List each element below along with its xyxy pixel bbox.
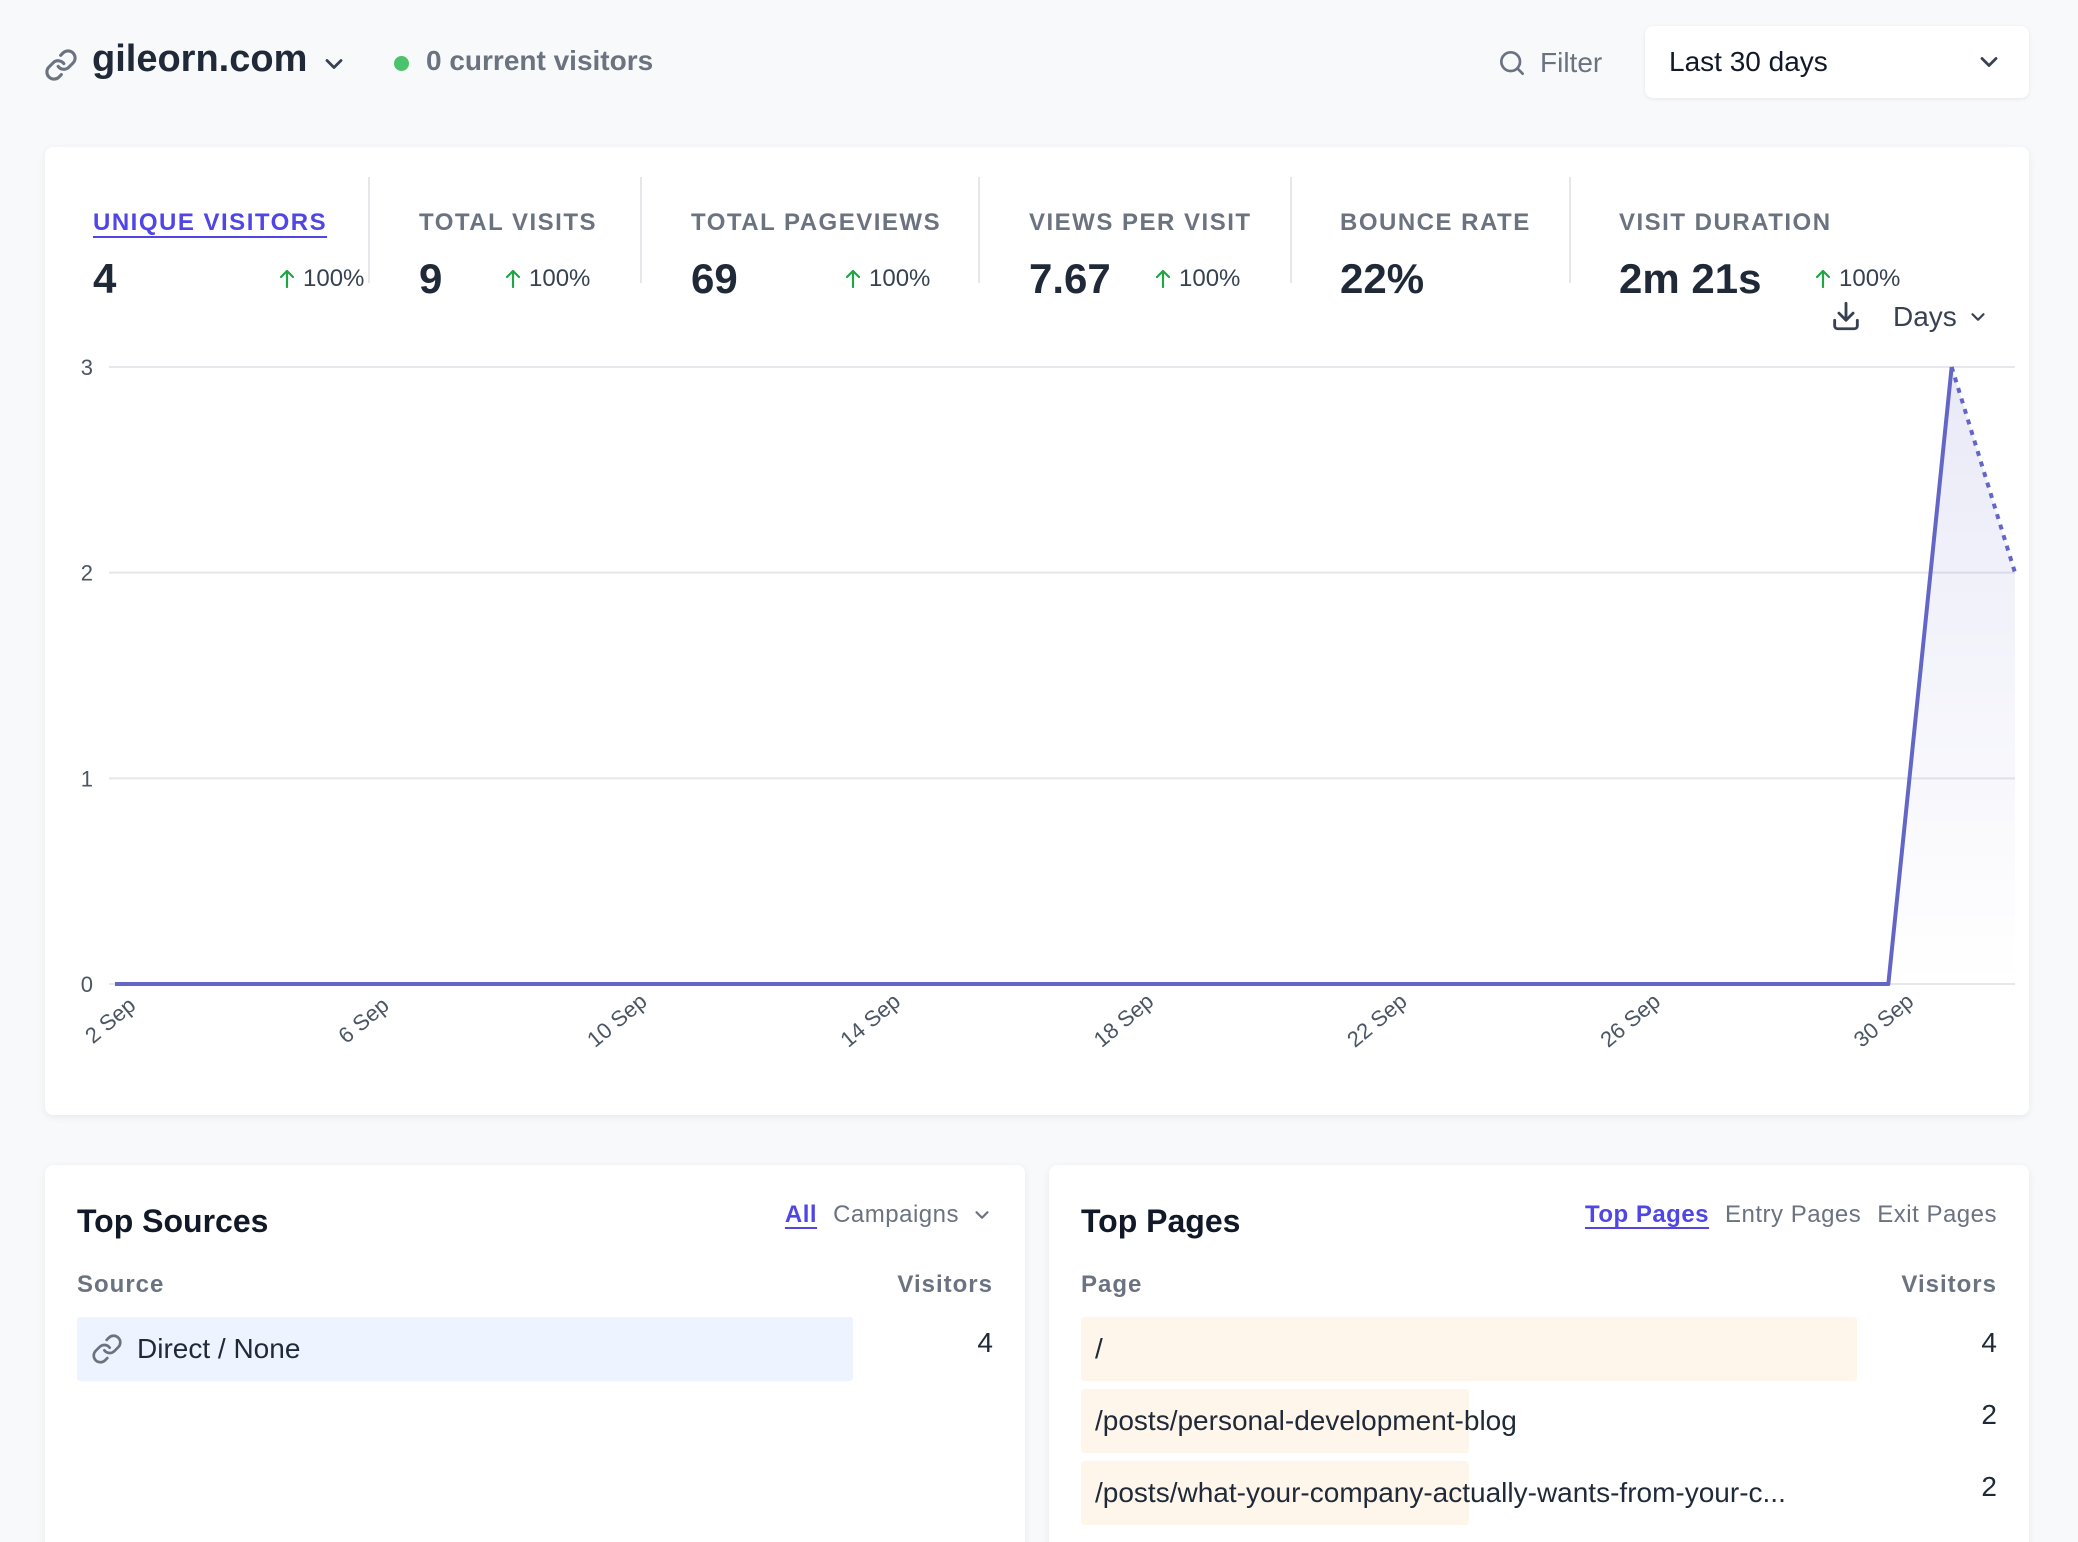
data-point[interactable]: [1255, 984, 1256, 985]
data-point[interactable]: [1508, 984, 1509, 985]
link-icon: [92, 1334, 122, 1364]
tab-entry-pages[interactable]: Entry Pages: [1725, 1201, 1861, 1229]
site-name[interactable]: gileorn.com: [92, 38, 307, 81]
panel-title: Top Pages: [1081, 1203, 1241, 1239]
data-point[interactable]: [811, 984, 812, 985]
data-point[interactable]: [495, 984, 496, 985]
visitors-line-chart: 0 1 2 3 2 Sep 6 Sep 10 Sep 14 Sep 18 Sep 22 Sep 2…: [80, 355, 2017, 1052]
data-point[interactable]: [1445, 984, 1446, 985]
tab-campaigns[interactable]: Campaigns: [833, 1201, 959, 1229]
data-point[interactable]: [1318, 984, 1319, 985]
data-point[interactable]: [1571, 984, 1572, 985]
data-point[interactable]: [2015, 572, 2016, 573]
x-tick-label: 26 Sep: [1595, 988, 1664, 1052]
data-point[interactable]: [1698, 984, 1699, 985]
visitor-graph-card: UNIQUE VISITORS 4 100% TOTAL VISITS 9 10…: [45, 147, 2029, 1115]
x-tick-label: 6 Sep: [333, 992, 393, 1048]
period-label: Last 30 days: [1669, 46, 1828, 77]
tab-top-pages[interactable]: Top Pages: [1585, 1201, 1709, 1229]
data-point[interactable]: [558, 984, 559, 985]
page-row[interactable]: / 4: [1081, 1317, 1997, 1381]
chevron-down-icon[interactable]: [320, 50, 348, 78]
x-tick-label: 30 Sep: [1849, 988, 1918, 1052]
data-point[interactable]: [1001, 984, 1002, 985]
page-row-bar: [1081, 1317, 1857, 1381]
column-header-source: Source: [77, 1271, 165, 1298]
source-visitors: 4: [977, 1327, 993, 1358]
data-point[interactable]: [178, 984, 179, 985]
data-point[interactable]: [748, 984, 749, 985]
data-point[interactable]: [1951, 367, 1952, 368]
data-point[interactable]: [368, 984, 369, 985]
data-point[interactable]: [685, 984, 686, 985]
data-point[interactable]: [1065, 984, 1066, 985]
page-path: /posts/personal-development-blog: [1095, 1405, 1517, 1437]
x-tick-label: 14 Sep: [835, 988, 904, 1052]
pages-tabs: Top Pages Entry Pages Exit Pages: [1585, 1201, 1997, 1229]
x-tick-label: 18 Sep: [1089, 988, 1158, 1052]
data-point[interactable]: [1191, 984, 1192, 985]
page-visitors: 2: [1981, 1399, 1997, 1430]
x-tick-label: 10 Sep: [582, 988, 651, 1052]
data-point[interactable]: [1128, 984, 1129, 985]
page-path-text: /posts/what-your-company-actually-wants-…: [1095, 1477, 1786, 1508]
data-point[interactable]: [1635, 984, 1636, 985]
link-icon: [45, 49, 77, 81]
column-header-visitors[interactable]: Visitors: [1901, 1271, 1997, 1299]
source-name: Direct / None: [137, 1333, 301, 1364]
current-visitors-link[interactable]: 0 current visitors: [426, 45, 653, 77]
search-icon: [1500, 51, 1524, 75]
tab-exit-pages[interactable]: Exit Pages: [1877, 1201, 1997, 1229]
x-tick-label: 2 Sep: [80, 992, 140, 1048]
series-line: [115, 366, 1954, 986]
page-row[interactable]: /posts/what-your-company-actually-wants-…: [1081, 1461, 1997, 1525]
page-path-text: /: [1095, 1333, 1103, 1364]
data-point[interactable]: [1761, 984, 1762, 985]
page-visitors: 2: [1981, 1471, 1997, 1502]
page-visitors: 4: [1981, 1327, 1997, 1358]
chevron-down-icon: [1980, 57, 1998, 67]
y-tick-label: 3: [81, 355, 93, 380]
sources-tabs: All Campaigns: [785, 1201, 993, 1229]
data-point[interactable]: [431, 984, 432, 985]
y-tick-label: 2: [81, 561, 93, 586]
page-row[interactable]: /posts/personal-development-blog 2: [1081, 1389, 1997, 1453]
data-point[interactable]: [1888, 984, 1889, 985]
data-point[interactable]: [115, 984, 116, 985]
data-point[interactable]: [1825, 984, 1826, 985]
top-sources-panel: Top Sources All Campaigns Source Visitor…: [45, 1165, 1025, 1542]
column-header-page: Page: [1081, 1271, 1143, 1298]
column-header-visitors[interactable]: Visitors: [897, 1271, 993, 1299]
page-path: /: [1095, 1333, 1103, 1365]
page-path-text: /posts/personal-development-blog: [1095, 1405, 1517, 1436]
panel-title: Top Sources: [77, 1203, 269, 1239]
period-select[interactable]: Last 30 days: [1645, 26, 2029, 98]
x-tick-label: 22 Sep: [1342, 988, 1411, 1052]
chevron-down-icon[interactable]: [971, 1204, 993, 1226]
series-area: [115, 367, 2015, 984]
filter-button[interactable]: Filter: [1496, 44, 1602, 82]
page-path: /posts/what-your-company-actually-wants-…: [1095, 1477, 1786, 1509]
top-bar: gileorn.com 0 current visitors Filter La…: [0, 0, 2078, 130]
data-point[interactable]: [621, 984, 622, 985]
data-point[interactable]: [305, 984, 306, 985]
source-row[interactable]: Direct / None 4: [77, 1317, 993, 1381]
data-point[interactable]: [1381, 984, 1382, 985]
filter-label: Filter: [1540, 47, 1603, 78]
top-pages-panel: Top Pages Top Pages Entry Pages Exit Pag…: [1049, 1165, 2029, 1542]
y-tick-label: 1: [81, 766, 93, 791]
data-point[interactable]: [938, 984, 939, 985]
source-row-label: Direct / None: [91, 1333, 300, 1365]
tab-all[interactable]: All: [785, 1201, 817, 1229]
live-status-dot: [394, 56, 409, 71]
data-point[interactable]: [241, 984, 242, 985]
data-point[interactable]: [875, 984, 876, 985]
y-tick-label: 0: [81, 972, 93, 997]
